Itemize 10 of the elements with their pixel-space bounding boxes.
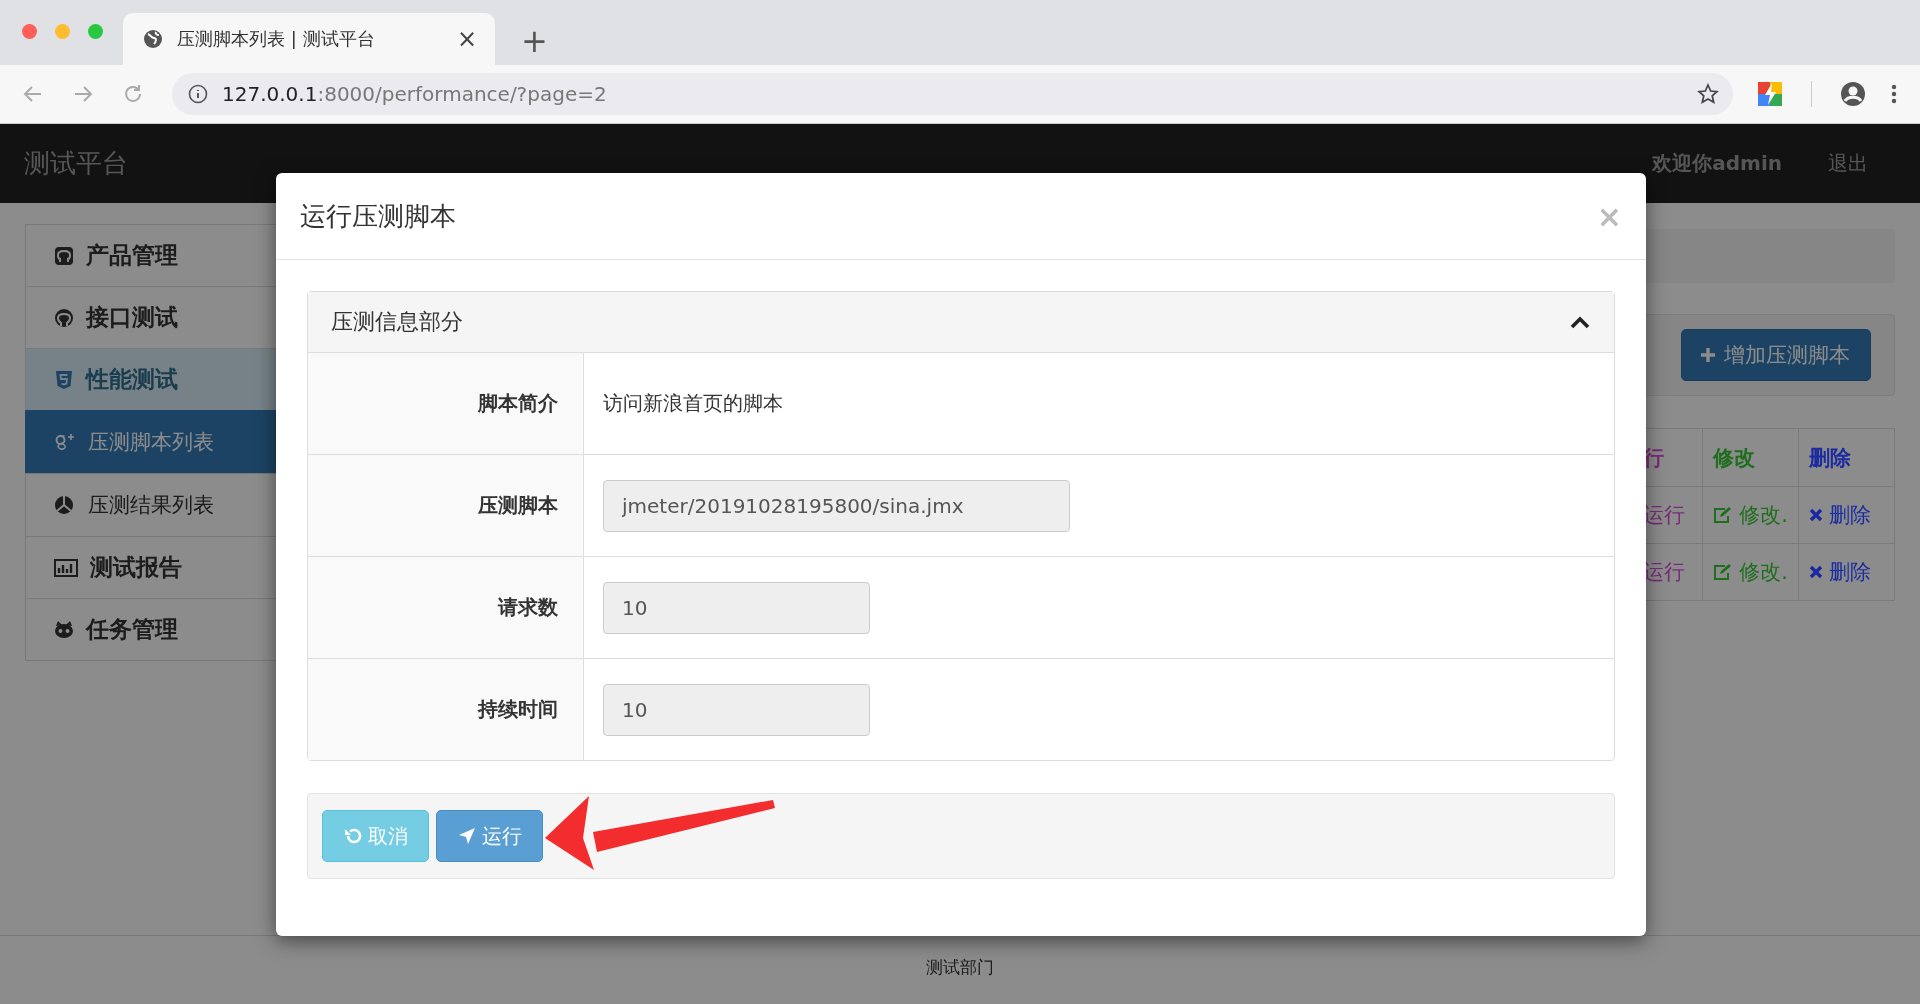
field-label: 脚本简介 (478, 390, 558, 417)
tab-title: 压测脚本列表 | 测试平台 (177, 27, 376, 51)
column-header: 修改 (1702, 428, 1799, 487)
footer-text: 测试部门 (926, 958, 994, 977)
url-text: 127.0.0.1:8000/performance/?page=2 (222, 82, 607, 106)
field-value: 访问新浪首页的脚本 (603, 390, 783, 417)
column-header: 删除 (1798, 428, 1895, 487)
field-label: 压测脚本 (478, 492, 558, 519)
field-label: 持续时间 (478, 696, 558, 723)
field-label: 请求数 (498, 594, 558, 621)
